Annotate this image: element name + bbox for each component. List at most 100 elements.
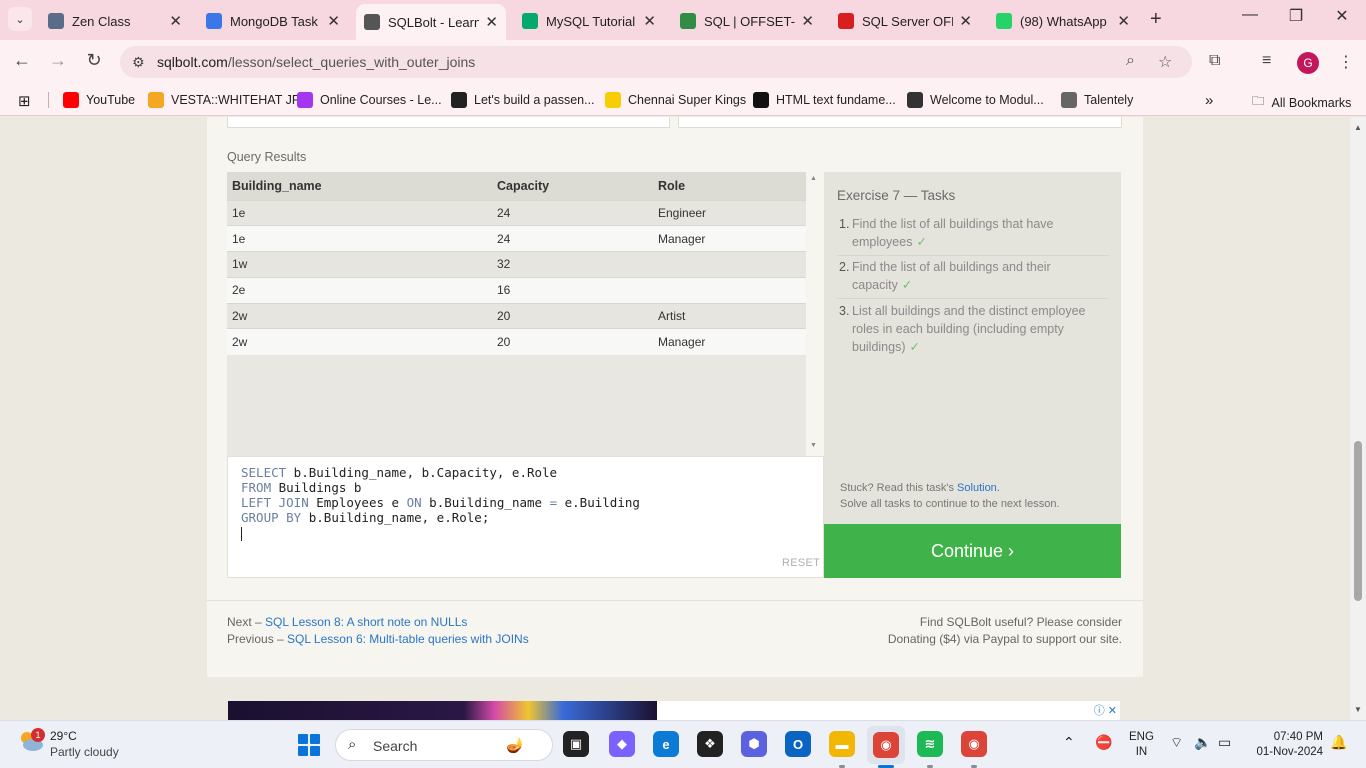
tab-close-icon[interactable]: ✕ <box>169 12 182 30</box>
tab-close-icon[interactable]: ✕ <box>485 13 498 31</box>
previous-lesson-link[interactable]: SQL Lesson 6: Multi-table queries with J… <box>287 632 529 646</box>
volume-icon[interactable]: 🔈 <box>1194 734 1211 751</box>
bookmark-8[interactable]: Talentely <box>1061 92 1133 108</box>
more-menu-icon[interactable]: ⋮ <box>1338 52 1354 72</box>
table-row: 1w 32 <box>227 251 806 278</box>
wifi-icon[interactable]: ⌔ <box>1170 734 1183 752</box>
edge-icon[interactable]: e <box>653 731 679 757</box>
table-cell <box>653 251 806 278</box>
scroll-down-arrow-icon[interactable]: ▼ <box>1354 705 1362 714</box>
bookmark-7[interactable]: Welcome to Modul... <box>907 92 1044 108</box>
task-number: 2. <box>839 260 850 274</box>
close-window-button[interactable]: ✕ <box>1322 6 1362 26</box>
new-tab-button[interactable]: + <box>1150 8 1162 31</box>
tab-1[interactable]: Zen Class ✕ <box>40 6 190 36</box>
tab-2[interactable]: MongoDB Task - ✕ <box>198 6 348 36</box>
sql-code[interactable]: SELECT b.Building_name, b.Capacity, e.Ro… <box>241 465 640 541</box>
bookmark-5[interactable]: Chennai Super Kings <box>605 92 746 108</box>
taskbar-search[interactable]: ⌕ Search 🪔 <box>335 729 553 761</box>
language-indicator[interactable]: ENG IN <box>1129 730 1154 760</box>
advertisement-banner[interactable]: ⓘ ✕ <box>228 701 1120 720</box>
security-icon[interactable]: ⛔ <box>1095 734 1112 751</box>
scrollbar-thumb[interactable] <box>1354 441 1362 601</box>
spotify-icon[interactable]: ≋ <box>917 731 943 757</box>
tab-close-icon[interactable]: ✕ <box>801 12 814 30</box>
bookmark-2[interactable]: VESTA::WHITEHAT JR <box>148 92 301 108</box>
outlook-icon[interactable]: O <box>785 731 811 757</box>
tab-label: MongoDB Task - <box>230 13 322 29</box>
bookmark-6[interactable]: HTML text fundame... <box>753 92 896 108</box>
restore-button[interactable]: ❐ <box>1276 6 1316 26</box>
system-clock[interactable]: 07:40 PM 01-Nov-2024 <box>1243 730 1323 760</box>
reload-icon[interactable]: ↻ <box>82 50 106 71</box>
gem-app-icon[interactable]: ⬢ <box>741 731 767 757</box>
apps-grid-icon[interactable]: ⊞ <box>18 92 31 110</box>
file-explorer-icon[interactable]: ▬ <box>829 731 855 757</box>
all-bookmarks-label: All Bookmarks <box>1271 95 1352 110</box>
forward-icon[interactable]: → <box>46 50 70 71</box>
dropbox-icon[interactable]: ❖ <box>697 731 723 757</box>
next-lesson-link[interactable]: SQL Lesson 8: A short note on NULLs <box>265 615 467 629</box>
tab-7[interactable]: (98) WhatsApp ✕ <box>988 6 1138 36</box>
chrome-profile-icon[interactable]: ◉ <box>961 731 987 757</box>
tab-close-icon[interactable]: ✕ <box>959 12 972 30</box>
notifications-icon[interactable]: 🔔 <box>1330 734 1347 751</box>
battery-icon[interactable]: ▭ <box>1218 734 1231 751</box>
profile-avatar[interactable]: G <box>1297 52 1319 74</box>
ad-image[interactable] <box>228 701 657 720</box>
table-cell: 2e <box>227 276 492 304</box>
media-control-icon[interactable]: ≡ <box>1262 52 1271 70</box>
input-box-right <box>678 117 1122 128</box>
tab-search-button[interactable]: ⌄ <box>8 7 32 31</box>
reset-button[interactable]: RESET <box>782 557 820 569</box>
start-button[interactable] <box>298 734 320 756</box>
zoom-icon[interactable]: ⌕ <box>1126 52 1135 70</box>
page-scrollbar[interactable]: ▲ ▼ <box>1350 117 1366 720</box>
all-bookmarks-button[interactable]: 🗀 All Bookmarks <box>1252 92 1351 113</box>
tab-label: SQLBolt - Learn <box>388 14 480 30</box>
results-scroll-up-icon[interactable]: ▲ <box>810 175 817 182</box>
bookmark-3[interactable]: Online Courses - Le... <box>297 92 442 108</box>
query-results-table[interactable]: Building_name Capacity Role 1e 24 Engineer 1e… <box>227 172 806 456</box>
bookmark-star-icon[interactable]: ☆ <box>1158 52 1172 72</box>
scroll-up-arrow-icon[interactable]: ▲ <box>1354 123 1362 132</box>
tab-close-icon[interactable]: ✕ <box>327 12 340 30</box>
task-text: List all buildings and the distinct empl… <box>852 304 1086 354</box>
address-bar[interactable]: ⚙ sqlbolt.com/lesson/select_queries_with… <box>120 46 1192 78</box>
tab-3[interactable]: SQLBolt - Learn ✕ <box>356 4 506 40</box>
extensions-icon[interactable]: ⧉ <box>1209 52 1220 70</box>
site-info-icon[interactable]: ⚙ <box>132 54 145 71</box>
minimize-button[interactable]: — <box>1230 6 1270 24</box>
table-row: 2e 16 <box>227 276 806 304</box>
back-icon[interactable]: ← <box>10 50 34 71</box>
tab-6[interactable]: SQL Server OFFS ✕ <box>830 6 980 36</box>
bookmark-label: Welcome to Modul... <box>930 93 1044 107</box>
chrome-icon[interactable]: ◉ <box>867 726 905 764</box>
tab-5[interactable]: SQL | OFFSET-FE ✕ <box>672 6 822 36</box>
tutorial-v-favicon <box>838 13 854 29</box>
bookmark-label: Online Courses - Le... <box>320 93 442 107</box>
lesson-nav: Next – SQL Lesson 8: A short note on NUL… <box>227 614 529 648</box>
url-text[interactable]: sqlbolt.com/lesson/select_queries_with_o… <box>157 54 475 70</box>
results-scroll-down-icon[interactable]: ▼ <box>810 442 817 449</box>
more-bookmarks-icon[interactable]: » <box>1205 92 1213 109</box>
bookmark-4[interactable]: Let's build a passen... <box>451 92 595 108</box>
tasks-panel: Exercise 7 — Tasks 1. Find the list of al… <box>824 172 1121 524</box>
copilot-icon[interactable]: ◆ <box>609 731 635 757</box>
donate-link[interactable]: Donating ($4) via Paypal <box>888 632 1019 646</box>
bookmark-1[interactable]: YouTube <box>63 92 135 108</box>
solution-link[interactable]: Solution. <box>957 482 1000 494</box>
tab-close-icon[interactable]: ✕ <box>1117 12 1130 30</box>
show-hidden-icons[interactable]: ⌃ <box>1063 734 1075 751</box>
tab-close-icon[interactable]: ✕ <box>643 12 656 30</box>
weather-temperature[interactable]: 29°C <box>50 729 77 743</box>
continue-button[interactable]: Continue › <box>824 524 1121 578</box>
ad-info-close-icon[interactable]: ⓘ ✕ <box>1094 702 1117 718</box>
code-line: FROM Buildings b <box>241 480 640 495</box>
tab-4[interactable]: MySQL Tutorial ✕ <box>514 6 664 36</box>
weather-description[interactable]: Partly cloudy <box>50 745 119 759</box>
sql-editor[interactable]: SELECT b.Building_name, b.Capacity, e.Ro… <box>227 456 824 578</box>
donate-suffix: to support our site. <box>1019 632 1122 646</box>
task-view-icon[interactable]: ▣ <box>563 731 589 757</box>
task-number: 1. <box>839 217 850 231</box>
